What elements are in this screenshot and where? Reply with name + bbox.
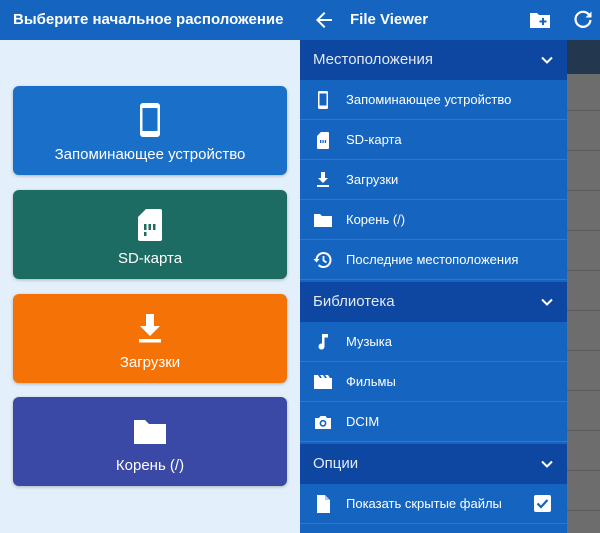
card-label: Запоминающее устройство (54, 146, 246, 163)
item-label: Корень (/) (346, 212, 406, 227)
drawer-item-storage[interactable]: Запоминающее устройство (300, 80, 567, 120)
chevron-down-icon (541, 56, 553, 64)
show-hidden-checkbox[interactable] (534, 495, 551, 512)
underlying-screen (567, 0, 600, 533)
new-folder-icon[interactable] (528, 8, 552, 32)
item-label: Фильмы (346, 374, 396, 389)
card-downloads[interactable]: Загрузки (13, 294, 287, 383)
card-root[interactable]: Корень (/) (13, 397, 287, 486)
sd-card-icon (317, 132, 329, 149)
card-label: Корень (/) (115, 457, 185, 474)
folder-icon (134, 420, 166, 444)
section-library[interactable]: Библиотека (300, 282, 567, 322)
divider (567, 310, 600, 311)
phone-icon (140, 103, 160, 137)
file-icon (317, 495, 330, 513)
item-label: SD-карта (346, 132, 402, 147)
divider (567, 390, 600, 391)
item-label: Последние местоположения (346, 252, 519, 267)
divider (567, 230, 600, 231)
divider (567, 350, 600, 351)
section-locations[interactable]: Местоположения (300, 40, 567, 80)
folder-icon (314, 214, 332, 227)
underlying-header (567, 0, 600, 40)
back-arrow-icon[interactable] (312, 8, 336, 32)
camera-icon (315, 416, 331, 429)
chevron-down-icon (541, 298, 553, 306)
item-label: DCIM (346, 414, 380, 429)
item-label: Показать скрытые файлы (346, 496, 502, 511)
section-title: Местоположения (313, 51, 433, 68)
music-icon (318, 334, 328, 350)
divider (567, 430, 600, 431)
navigation-drawer: File Viewer Местоположения Запоминающее … (300, 0, 567, 533)
card-storage[interactable]: Запоминающее устройство (13, 86, 287, 175)
divider (567, 270, 600, 271)
section-title: Опции (313, 455, 359, 472)
download-icon (317, 172, 329, 187)
item-label: Загрузки (346, 172, 399, 187)
drawer-item-sd-card[interactable]: SD-карта (300, 120, 567, 160)
divider (567, 190, 600, 191)
section-options[interactable]: Опции (300, 444, 567, 484)
page-title: Выберите начальное расположение (0, 0, 300, 40)
drawer-header: File Viewer (300, 0, 567, 40)
divider (567, 510, 600, 511)
divider (567, 150, 600, 151)
drawer-item-downloads[interactable]: Загрузки (300, 160, 567, 200)
chevron-down-icon (541, 460, 553, 468)
drawer-item-dcim[interactable]: DCIM (300, 402, 567, 442)
refresh-icon[interactable] (571, 8, 595, 32)
divider (567, 470, 600, 471)
movie-icon (314, 375, 332, 389)
card-label: Загрузки (119, 354, 181, 371)
card-sd-card[interactable]: SD-карта (13, 190, 287, 279)
divider (567, 110, 600, 111)
card-label: SD-карта (117, 250, 183, 267)
underlying-toolbar (567, 40, 600, 74)
checkmark-icon (536, 499, 549, 509)
drawer-item-root[interactable]: Корень (/) (300, 200, 567, 240)
app-title: File Viewer (350, 11, 429, 28)
sd-card-icon (138, 209, 162, 241)
drawer-item-music[interactable]: Музыка (300, 322, 567, 362)
start-location-panel: Выберите начальное расположение Запомина… (0, 0, 300, 533)
download-icon (139, 314, 161, 343)
item-label: Запоминающее устройство (346, 92, 512, 107)
section-title: Библиотека (313, 293, 395, 310)
drawer-item-recent[interactable]: Последние местоположения (300, 240, 567, 280)
phone-icon (318, 91, 328, 109)
drawer-item-show-hidden[interactable]: Показать скрытые файлы (300, 484, 567, 524)
history-icon (313, 252, 332, 268)
item-label: Музыка (346, 334, 392, 349)
drawer-item-movies[interactable]: Фильмы (300, 362, 567, 402)
